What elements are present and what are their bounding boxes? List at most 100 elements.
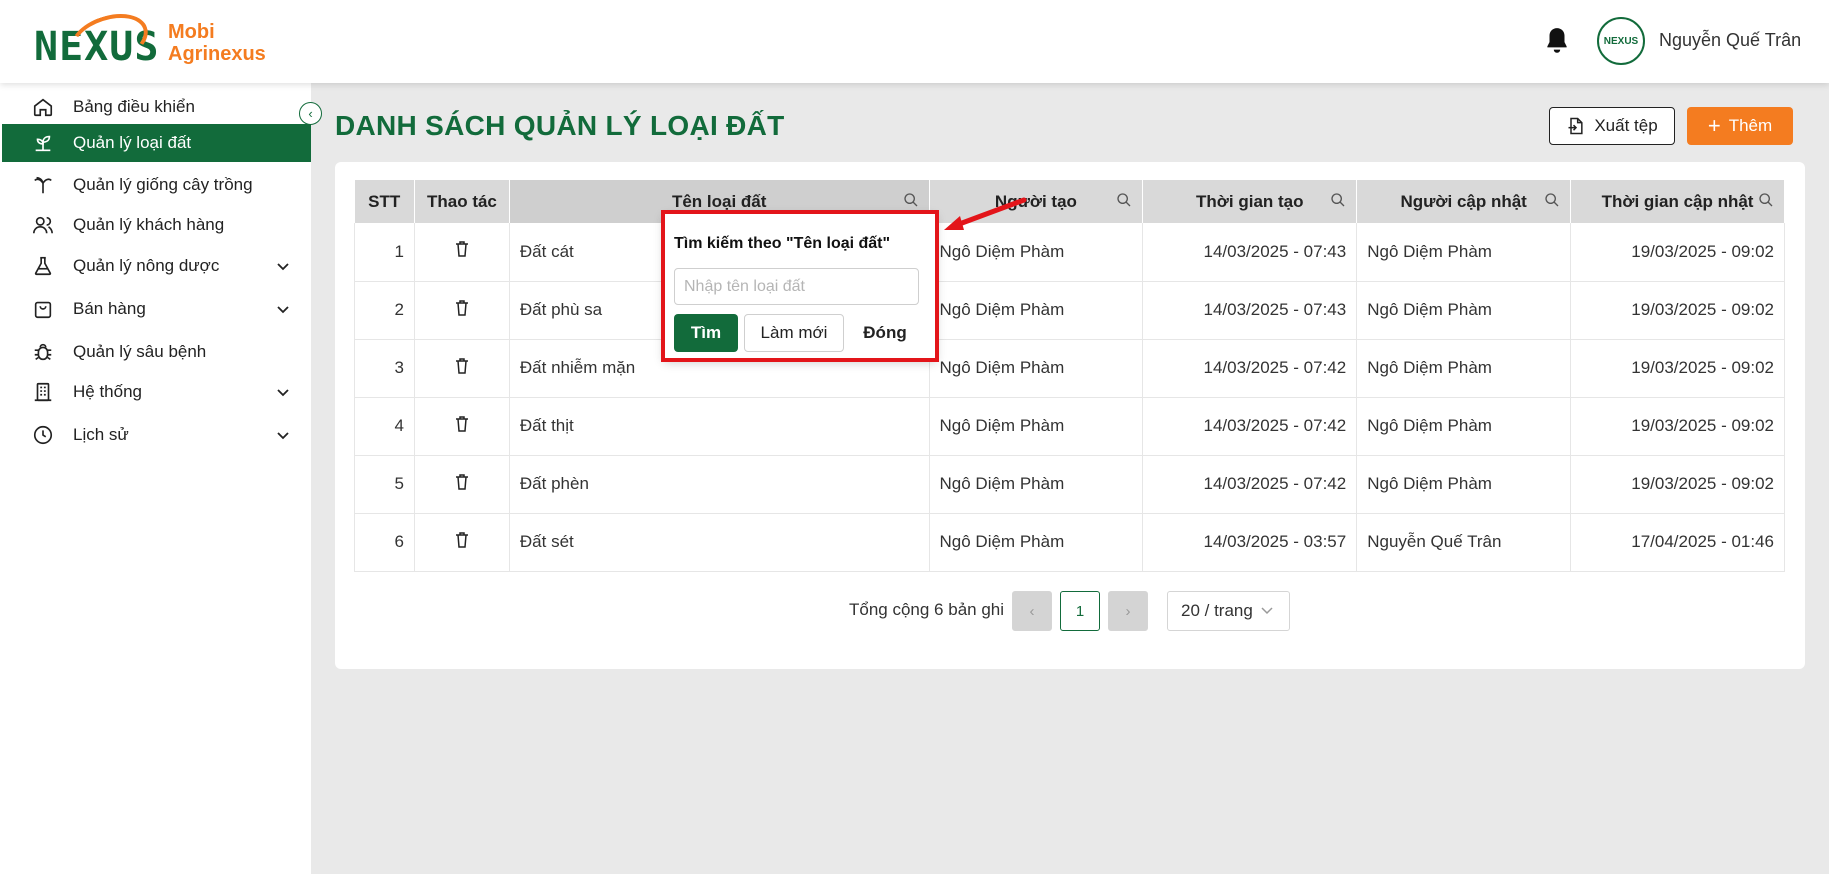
- chevron-down-icon: [277, 259, 289, 274]
- sidebar-item-customers[interactable]: Quản lý khách hàng: [2, 206, 311, 244]
- cell-stt: 5: [354, 455, 415, 514]
- annotation-arrow: [944, 197, 1027, 230]
- brand-line-2: Agrinexus: [168, 43, 266, 65]
- table-header-row: STT Thao tác Tên loại đất Người tạo Thời…: [354, 180, 1785, 223]
- cell-creator: Ngô Diệm Phàm: [929, 513, 1144, 572]
- column-header-updater: Người cập nhật: [1356, 180, 1572, 223]
- close-button[interactable]: Đóng: [850, 314, 920, 352]
- sidebar-item-pests[interactable]: Quản lý sâu bệnh: [2, 333, 311, 371]
- cell-updater: Ngô Diệm Phàm: [1356, 281, 1572, 340]
- home-icon: [30, 94, 56, 120]
- cell-creator: Ngô Diệm Phàm: [929, 397, 1144, 456]
- sidebar-item-label: Quản lý khách hàng: [73, 215, 225, 234]
- history-icon: [30, 422, 56, 448]
- sidebar-item-label: Hệ thống: [73, 382, 142, 401]
- page-number-button[interactable]: 1: [1060, 591, 1100, 631]
- cell-creator: Ngô Diệm Phàm: [929, 455, 1144, 514]
- column-header-stt: STT: [354, 180, 415, 223]
- palm-tree-icon: [30, 172, 56, 198]
- sidebar-item-soil-types[interactable]: Quản lý loại đất: [2, 124, 311, 162]
- user-name[interactable]: Nguyễn Quế Trân: [1659, 30, 1801, 51]
- table-row: 5 Đất phèn Ngô Diệm Phàm 14/03/2025 - 07…: [354, 455, 1785, 514]
- column-header-label: Thời gian tạo: [1196, 191, 1304, 211]
- plus-icon: +: [1707, 113, 1721, 138]
- top-header: NEXUS Mobi Agrinexus NEXUS Nguyễn Quế Tr…: [0, 0, 1829, 83]
- trash-icon[interactable]: [455, 241, 469, 257]
- avatar-mark: NEXUS: [1603, 35, 1639, 47]
- cell-updater: Nguyễn Quế Trân: [1356, 513, 1572, 572]
- cell-stt: 2: [354, 281, 415, 340]
- sidebar-item-label: Quản lý loại đất: [73, 133, 192, 152]
- sidebar-item-label: Quản lý nông dược: [73, 256, 220, 275]
- chevron-down-icon: [277, 428, 289, 443]
- chevron-down-icon: [1261, 607, 1273, 615]
- search-icon[interactable]: [1116, 192, 1132, 208]
- shopping-bag-icon: [30, 296, 56, 322]
- sidebar-item-sales[interactable]: Bán hàng: [2, 290, 311, 328]
- next-page-button[interactable]: ›: [1108, 591, 1148, 631]
- cell-updated-time: 19/03/2025 - 09:02: [1570, 397, 1785, 456]
- search-icon[interactable]: [903, 192, 919, 208]
- popover-title: Tìm kiếm theo "Tên loại đất": [674, 235, 891, 252]
- avatar[interactable]: NEXUS: [1597, 17, 1645, 65]
- cell-created-time: 14/03/2025 - 07:43: [1142, 223, 1358, 282]
- search-icon[interactable]: [1758, 192, 1774, 208]
- nexus-logo-mark: NEXUS: [34, 4, 158, 76]
- cell-created-time: 14/03/2025 - 07:42: [1142, 455, 1358, 514]
- cell-updated-time: 19/03/2025 - 09:02: [1570, 281, 1785, 340]
- cell-updated-time: 19/03/2025 - 09:02: [1570, 339, 1785, 398]
- sidebar-item-pesticides[interactable]: Quản lý nông dược: [2, 247, 311, 285]
- soil-name-search-input[interactable]: [674, 268, 919, 305]
- brand-line-1: Mobi: [168, 21, 215, 43]
- building-icon: [30, 379, 56, 405]
- add-button[interactable]: + Thêm: [1687, 107, 1793, 145]
- sidebar-item-system[interactable]: Hệ thống: [2, 373, 311, 411]
- brand-logo[interactable]: NEXUS Mobi Agrinexus: [34, 4, 266, 76]
- trash-icon[interactable]: [455, 299, 469, 316]
- cell-stt: 6: [354, 513, 415, 572]
- chevron-down-icon: [277, 385, 289, 400]
- sidebar-item-label: Lịch sử: [73, 425, 129, 444]
- flask-icon: [30, 253, 56, 279]
- search-popover: Tìm kiếm theo "Tên loại đất" Tìm Làm mới…: [663, 212, 937, 360]
- search-icon[interactable]: [1544, 192, 1560, 208]
- prev-page-button[interactable]: ‹: [1012, 591, 1052, 631]
- chevron-right-icon: ›: [1125, 602, 1131, 620]
- cell-updater: Ngô Diệm Phàm: [1356, 455, 1572, 514]
- column-header-actions: Thao tác: [414, 180, 510, 223]
- cell-updated-time: 19/03/2025 - 09:02: [1570, 223, 1785, 282]
- search-button[interactable]: Tìm: [674, 314, 738, 352]
- page-size-select[interactable]: 20 / trang: [1167, 591, 1290, 631]
- cell-created-time: 14/03/2025 - 03:57: [1142, 513, 1358, 572]
- chevron-down-icon: [277, 302, 289, 317]
- sidebar-item-history[interactable]: Lịch sử: [2, 416, 311, 454]
- bell-icon[interactable]: [1544, 26, 1570, 56]
- sidebar-item-crop-varieties[interactable]: Quản lý giống cây trồng: [2, 166, 311, 204]
- cell-updater: Ngô Diệm Phàm: [1356, 397, 1572, 456]
- cell-soil-name: Đất thịt: [509, 397, 930, 456]
- sidebar-item-dashboard[interactable]: Bảng điều khiển: [2, 88, 311, 126]
- sidebar-item-label: Quản lý sâu bệnh: [73, 342, 207, 361]
- column-header-label: Thời gian cập nhật: [1601, 191, 1754, 211]
- table-row: 1 Đất cát Ngô Diệm Phàm 14/03/2025 - 07:…: [354, 223, 1785, 282]
- cell-updated-time: 19/03/2025 - 09:02: [1570, 455, 1785, 514]
- column-header-label: Thao tác: [426, 191, 497, 211]
- cell-created-time: 14/03/2025 - 07:42: [1142, 339, 1358, 398]
- trash-icon[interactable]: [455, 473, 469, 490]
- trash-icon[interactable]: [455, 531, 469, 548]
- trash-icon[interactable]: [455, 415, 469, 432]
- cell-created-time: 14/03/2025 - 07:43: [1142, 281, 1358, 340]
- cell-stt: 1: [354, 223, 415, 282]
- trash-icon[interactable]: [455, 357, 469, 374]
- column-header-label: Người cập nhật: [1400, 191, 1527, 211]
- cell-actions: [414, 339, 510, 398]
- export-button[interactable]: Xuất tệp: [1549, 107, 1675, 145]
- column-header-label: STT: [368, 191, 401, 211]
- sidebar-item-label: Bảng điều khiển: [73, 97, 195, 116]
- cell-actions: [414, 223, 510, 282]
- collapse-sidebar-button[interactable]: ‹: [299, 102, 322, 125]
- search-icon[interactable]: [1330, 192, 1346, 208]
- sprout-icon: [30, 130, 56, 156]
- column-header-updated-time: Thời gian cập nhật: [1570, 180, 1785, 223]
- reset-button[interactable]: Làm mới: [744, 314, 844, 352]
